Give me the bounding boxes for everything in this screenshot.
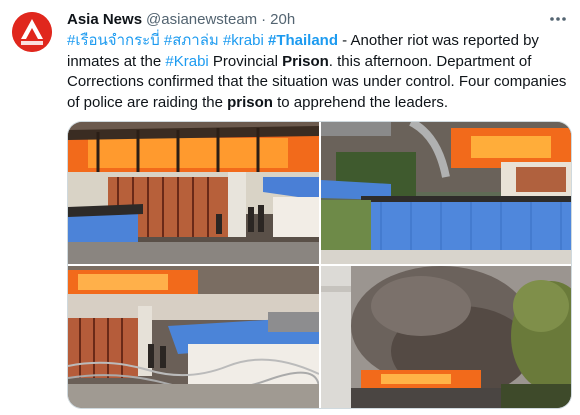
hashtag-link[interactable]: #Thailand <box>268 32 338 49</box>
tweet-text: #เรือนจำกระบี่ #สภาล่ม #krabi #Thailand … <box>67 31 567 113</box>
more-dots-icon[interactable] <box>548 9 568 29</box>
separator-dot: · <box>261 10 267 28</box>
tweet-timestamp[interactable]: 20h <box>270 11 295 28</box>
photo-2-prison-fire[interactable] <box>321 122 571 264</box>
photo-3-prison-gate[interactable] <box>68 266 319 408</box>
tweet-header: Asia News @asianewsteam · 20h <box>67 8 568 30</box>
author-display-name[interactable]: Asia News <box>67 11 142 28</box>
text-segment: to apprehend the leaders. <box>272 93 449 111</box>
hashtag-link[interactable]: #สภาล่ม <box>164 32 219 49</box>
asia-news-logo <box>12 12 52 52</box>
bold-text: Prison <box>282 52 329 70</box>
photo-4-smoke[interactable] <box>321 266 571 408</box>
hashtag-link[interactable]: #Krabi <box>165 53 208 70</box>
hashtag-link[interactable]: #krabi <box>223 32 264 49</box>
author-avatar[interactable] <box>12 12 52 52</box>
media-grid <box>67 121 572 409</box>
bold-text: prison <box>227 93 273 111</box>
author-handle[interactable]: @asianewsteam <box>146 11 257 28</box>
photo-1-prison-fire[interactable] <box>68 122 319 264</box>
text-segment: Provincial <box>208 52 283 70</box>
hashtag-link[interactable]: #เรือนจำกระบี่ <box>67 32 160 49</box>
